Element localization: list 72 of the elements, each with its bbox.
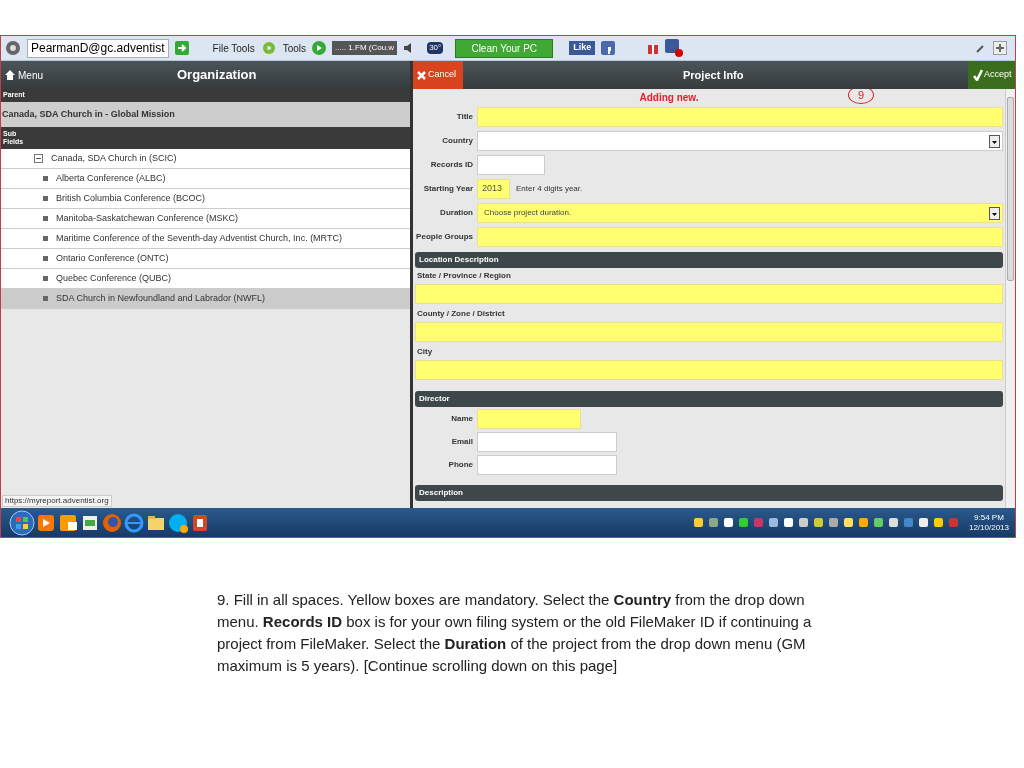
text-field[interactable] [477,408,581,429]
text-field[interactable] [415,360,1003,380]
text-field[interactable] [477,227,1003,247]
text-field[interactable] [415,322,1003,342]
tree-item[interactable]: Alberta Conference (ALBC) [1,169,410,189]
tree-item[interactable]: SDA Church in Newfoundland and Labrador (NWFL) [1,289,410,309]
bullet-icon [43,276,48,281]
checkmark-icon [973,69,983,81]
field-label: Phone [447,458,473,471]
bullet-icon [43,256,48,261]
cancel-button[interactable]: Cancel [413,61,463,89]
bullet-icon [43,216,48,221]
tree-item[interactable]: Ontario Conference (ONTC) [1,249,410,269]
field-label: Name [450,412,473,425]
panel-title: Organization [177,66,257,85]
dropdown[interactable]: Choose project duration. [477,203,1003,223]
tree-item[interactable]: Maritime Conference of the Seventh-day Adventist Church, Inc. (MRTC) [1,229,410,249]
field-label: City [416,346,434,358]
menu-button[interactable]: Menu [5,67,43,83]
bullet-icon [43,296,48,301]
gear-icon [260,41,277,55]
close-icon [417,70,426,80]
like-button[interactable]: Like [569,41,596,55]
tools-menu[interactable]: Tools [282,40,306,56]
status-url: https://myreport.adventist.org [2,495,112,507]
account-field[interactable]: PearmanD@gc.adventist [27,38,169,58]
section-header: Description [415,485,1003,501]
parent-value: Canada, SDA Church in - Global Mission [2,107,175,121]
start-button-icon [9,509,35,536]
dropdown[interactable] [477,131,1003,151]
slide-caption: 9. Fill in all spaces. Yellow boxes are mandatory. Select the Country from the drop down menu. Records ID box is for your own filing system or the old FileMaker ID if continuing a project from FileMaker. Select the Duration of the project from the drop down menu (GM maximum is 5 years). [Continue scrolling down on this page] [217,590,813,676]
status-message: Adding new. [639,90,699,105]
text-field[interactable] [477,107,1003,127]
field-label: Duration [439,207,473,219]
scrollbar[interactable] [1005,89,1015,508]
gear-icon [5,40,21,56]
field-label: Records ID [429,159,473,171]
section-header: Location Description [415,252,1003,268]
station-display: ..... 1.FM (Cou.w [332,41,398,55]
bullet-icon [43,196,48,201]
field-label: State / Province / Region [416,270,512,282]
file-tools-menu[interactable]: File Tools [212,40,255,56]
field-label: People Groups [415,231,473,243]
tree-item[interactable]: British Columbia Conference (BCOC) [1,189,410,209]
tree-item[interactable]: Quebec Conference (QUBC) [1,269,410,289]
globe-browser-icon [123,511,145,534]
year-field[interactable]: 2013 [477,179,510,199]
clock-date: 12/10/2013 [968,522,1009,533]
field-hint: Enter 4 digits year. [516,183,583,195]
bullet-icon [43,176,48,181]
arrow-icon [174,41,189,55]
text-field[interactable] [477,454,617,475]
weather-badge: 30° [427,42,444,54]
field-label: Country [441,135,473,147]
home-icon [5,70,15,80]
bullet-icon [43,236,48,241]
text-field[interactable] [415,284,1003,304]
tree-item[interactable]: Canada, SDA Church in (SCIC) [1,149,410,169]
form-title: Project Info [683,67,744,83]
section-header: Director [415,391,1003,407]
play-icon [312,41,326,55]
fox-browser-icon [101,511,123,534]
field-label: Starting Year [422,183,473,195]
field-label: Title [455,111,473,123]
add-icon [993,41,1007,55]
tree-item[interactable]: Manitoba-Saskatchewan Conference (MSKC) [1,209,410,229]
clock-time: 9:54 PM [974,512,1004,523]
accept-button[interactable]: Accept [968,61,1015,89]
field-label: County / Zone / District [416,308,506,320]
field-label: Email [450,435,473,448]
text-field[interactable] [477,155,545,175]
text-field[interactable] [477,431,617,452]
